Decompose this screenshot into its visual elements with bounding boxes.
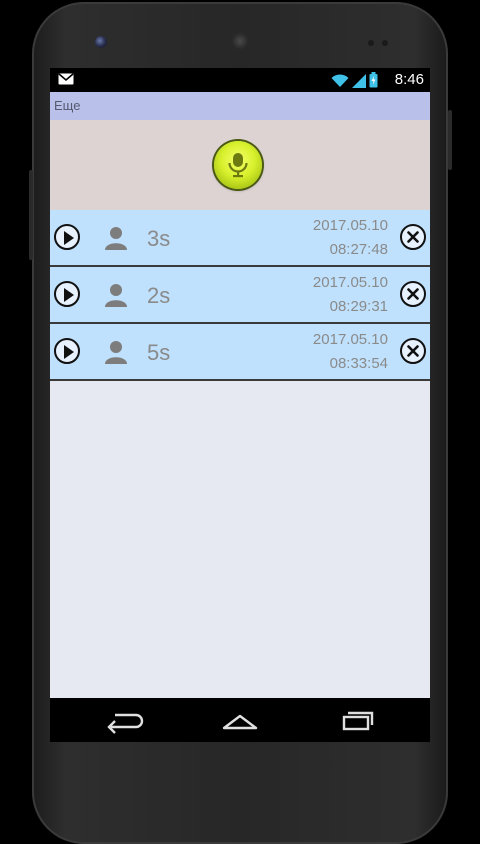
close-icon — [407, 231, 419, 243]
earpiece-speaker — [231, 32, 249, 50]
list-item[interactable]: 5s 2017.05.10 08:33:54 — [50, 324, 430, 381]
record-button[interactable] — [214, 141, 262, 189]
person-icon — [105, 341, 127, 364]
recordings-list: 3s 2017.05.10 08:27:48 2s 2017.05.10 08:… — [50, 210, 430, 381]
delete-button[interactable] — [400, 281, 426, 307]
duration-label: 3s — [147, 226, 171, 251]
time-label: 08:27:48 — [329, 241, 388, 258]
play-icon — [64, 231, 74, 245]
back-icon[interactable] — [105, 706, 145, 734]
duration-label: 5s — [147, 340, 171, 365]
navigation-bar — [50, 698, 430, 742]
proximity-sensor — [368, 40, 374, 46]
battery-icon — [369, 72, 378, 88]
microphone-icon — [228, 153, 248, 178]
screen: 8:46 Еще 3s 2017.05.10 08:27:48 2s 2017.… — [50, 68, 430, 742]
gmail-icon — [58, 73, 74, 85]
person-icon — [105, 284, 127, 307]
signal-icon — [352, 74, 366, 88]
duration-label: 2s — [147, 283, 171, 308]
volume-button — [29, 170, 33, 260]
wifi-icon — [331, 74, 349, 87]
person-icon — [105, 227, 127, 250]
status-icons — [331, 72, 378, 88]
close-icon — [407, 345, 419, 357]
status-time: 8:46 — [394, 71, 424, 88]
date-label: 2017.05.10 — [312, 331, 388, 348]
close-icon — [407, 288, 419, 300]
play-button[interactable] — [54, 338, 80, 364]
light-sensor — [382, 40, 388, 46]
time-label: 08:33:54 — [329, 355, 388, 372]
time-label: 08:29:31 — [329, 298, 388, 315]
record-panel — [50, 120, 430, 210]
list-item[interactable]: 3s 2017.05.10 08:27:48 — [50, 210, 430, 267]
play-button[interactable] — [54, 281, 80, 307]
play-icon — [64, 345, 74, 359]
delete-button[interactable] — [400, 338, 426, 364]
home-icon[interactable] — [220, 706, 260, 734]
delete-button[interactable] — [400, 224, 426, 250]
recents-icon[interactable] — [336, 706, 376, 734]
status-bar: 8:46 — [50, 68, 430, 92]
more-menu-label[interactable]: Еще — [54, 98, 80, 113]
power-button — [448, 110, 452, 170]
play-button[interactable] — [54, 224, 80, 250]
front-camera — [95, 36, 107, 48]
date-label: 2017.05.10 — [312, 217, 388, 234]
play-icon — [64, 288, 74, 302]
list-item[interactable]: 2s 2017.05.10 08:29:31 — [50, 267, 430, 324]
date-label: 2017.05.10 — [312, 274, 388, 291]
action-bar[interactable]: Еще — [50, 92, 430, 120]
